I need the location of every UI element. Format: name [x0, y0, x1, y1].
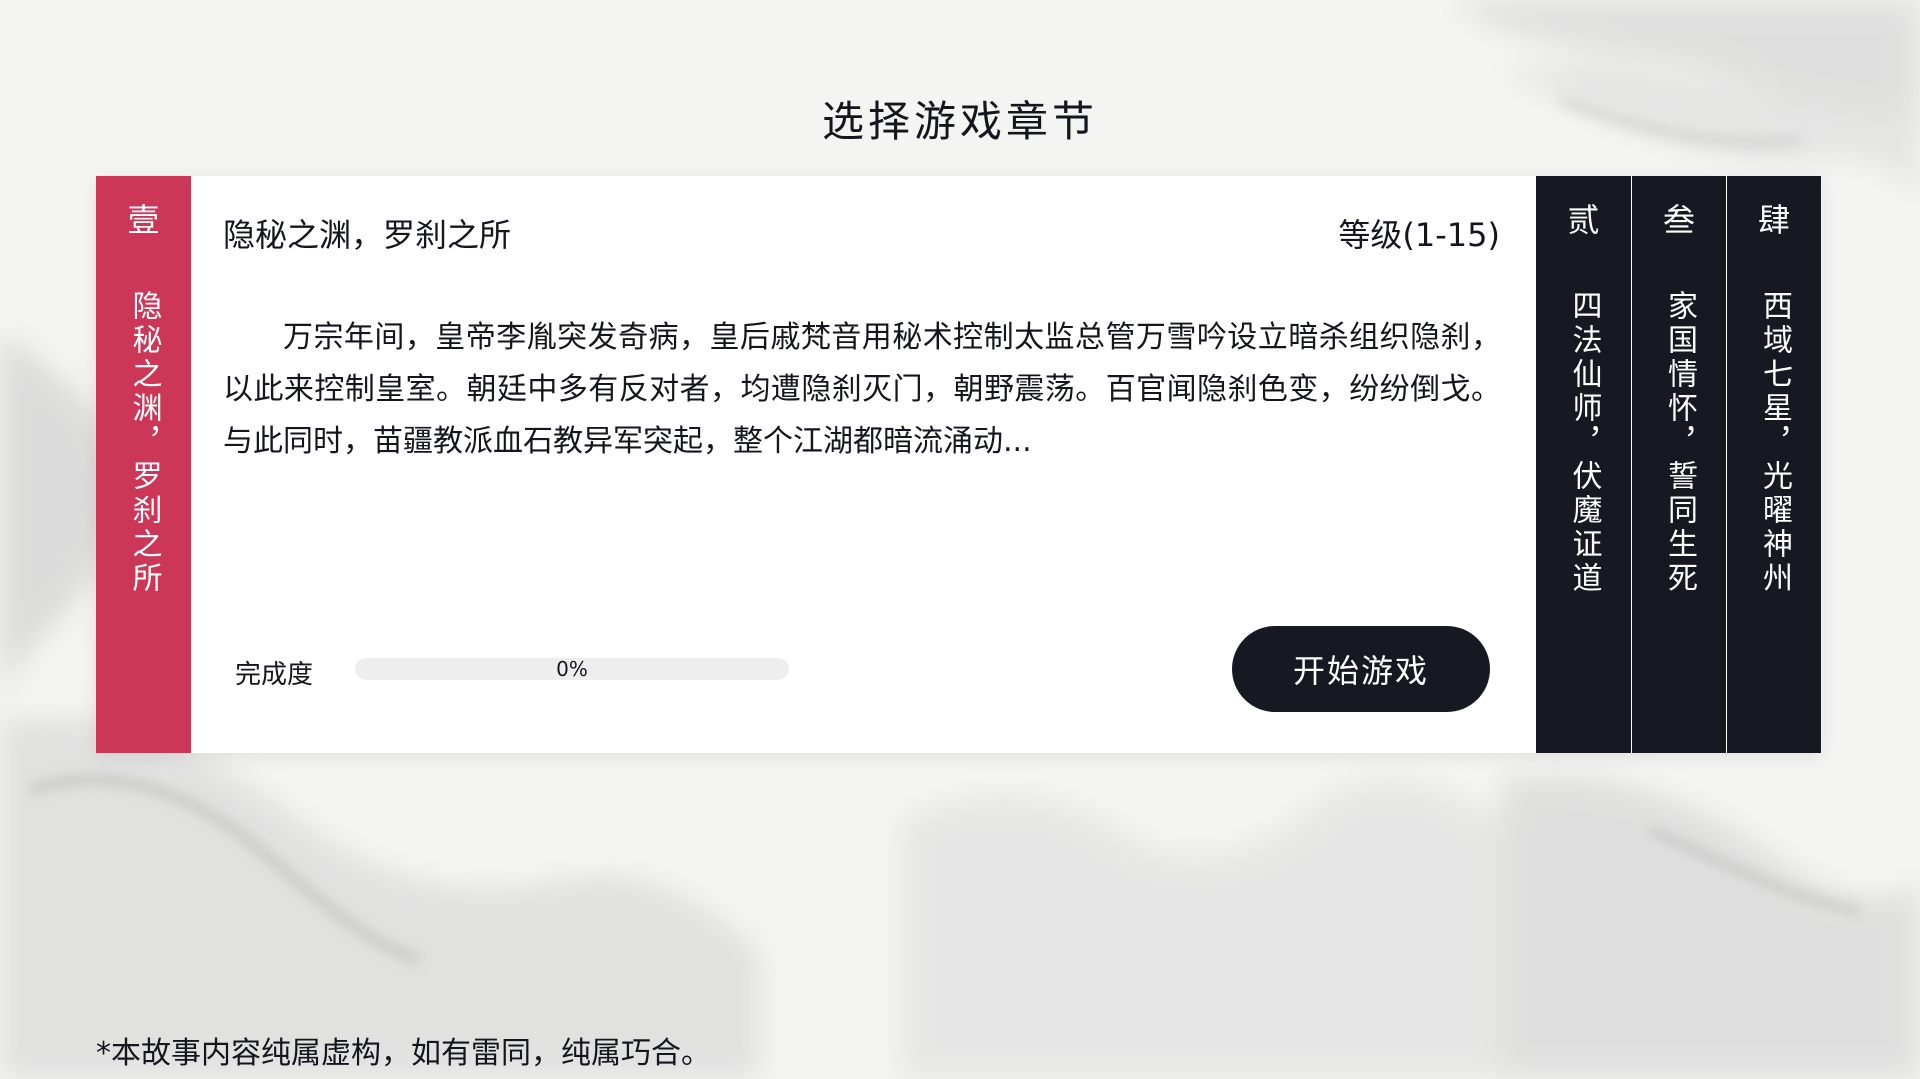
chapter-tab-3[interactable]: 叁 家国情怀，誓同生死	[1631, 176, 1726, 753]
chapter-detail: 隐秘之渊，罗刹之所 等级(1-15) 万宗年间，皇帝李胤突发奇病，皇后戚梵音用秘…	[191, 176, 1536, 753]
chapter-tab-4[interactable]: 肆 西域七星，光曜神州	[1726, 176, 1821, 753]
chapter-tab-number: 壹	[127, 201, 160, 239]
chapter-tab-name: 西域七星，光曜神州	[1757, 290, 1792, 596]
chapter-tab-2[interactable]: 贰 四法仙师，伏魔证道	[1536, 176, 1631, 753]
start-game-button[interactable]: 开始游戏	[1232, 626, 1490, 712]
page-title: 选择游戏章节	[821, 97, 1098, 146]
chapter-tab-number: 肆	[1757, 201, 1790, 239]
progress-text: 0%	[556, 658, 588, 680]
chapter-tab-1[interactable]: 壹 隐秘之渊，罗刹之所	[96, 176, 191, 753]
chapter-description: 万宗年间，皇帝李胤突发奇病，皇后戚梵音用秘术控制太监总管万雪吟设立暗杀组织隐刹，…	[223, 320, 1501, 459]
chapter-tab-name: 隐秘之渊，罗刹之所	[126, 290, 162, 596]
chapter-tab-name: 四法仙师，伏魔证道	[1566, 290, 1602, 596]
chapter-title: 隐秘之渊，罗刹之所	[223, 216, 512, 254]
disclaimer: *本故事内容纯属虚构，如有雷同，纯属巧合。	[96, 1036, 711, 1071]
progress-label: 完成度	[235, 660, 314, 690]
chapter-panel: 壹 隐秘之渊，罗刹之所 隐秘之渊，罗刹之所 等级(1-15) 万宗年间，皇帝李胤…	[96, 176, 1822, 753]
chapter-level: 等级(1-15)	[1338, 216, 1500, 254]
chapter-tab-number: 贰	[1567, 201, 1600, 239]
chapter-tab-name: 家国情怀，誓同生死	[1662, 290, 1697, 596]
chapter-tab-number: 叁	[1662, 201, 1695, 239]
progress-bar: 0%	[355, 658, 789, 680]
